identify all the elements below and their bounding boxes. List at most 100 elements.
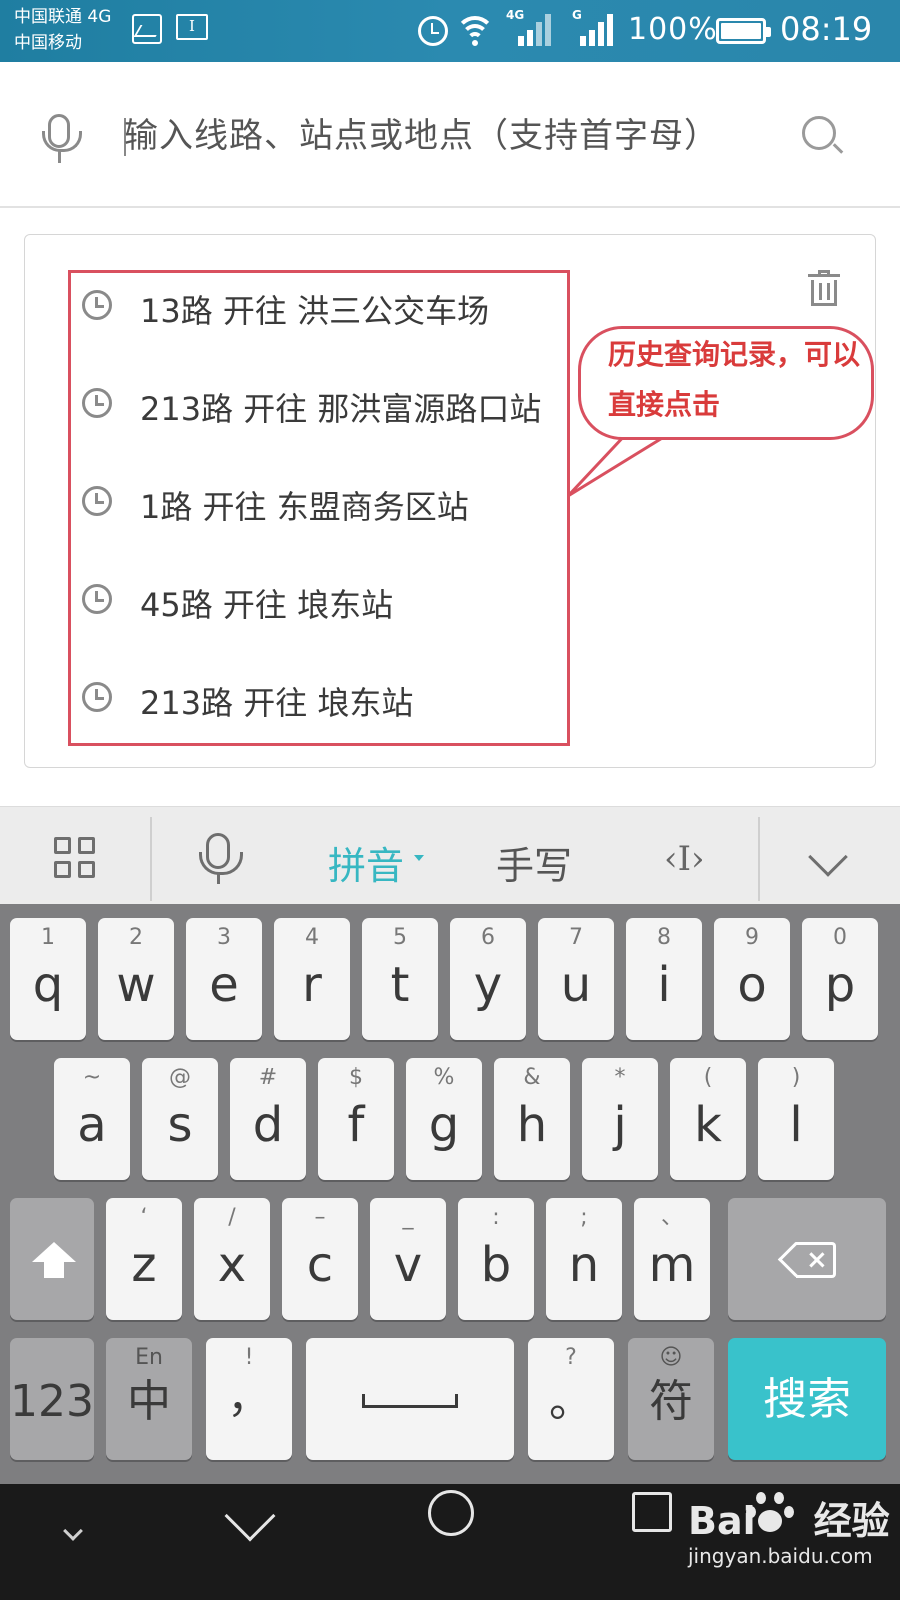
key-label: r <box>302 957 322 1013</box>
key-label: o <box>737 957 767 1013</box>
key-hint: 7 <box>569 925 583 950</box>
key-label: l <box>789 1097 803 1153</box>
text-notification-icon: I <box>176 14 208 40</box>
key-u[interactable]: 7u <box>538 918 614 1040</box>
key-hint: ‘ <box>140 1205 148 1230</box>
language-key[interactable]: En 中 <box>106 1338 192 1460</box>
key-v[interactable]: _ v <box>370 1198 446 1320</box>
voice-input-icon[interactable] <box>199 833 243 884</box>
annotation-callout-tail <box>568 430 678 498</box>
key-label: i <box>657 957 671 1013</box>
key-label: y <box>473 957 503 1013</box>
shift-key[interactable] <box>10 1198 94 1320</box>
key-j[interactable]: * j <box>582 1058 658 1180</box>
key-hint: ? <box>565 1345 577 1370</box>
key-y[interactable]: 6y <box>450 918 526 1040</box>
search-icon[interactable] <box>802 116 836 150</box>
search-key[interactable]: 搜索 <box>728 1338 886 1460</box>
key-label: ， <box>227 1372 271 1423</box>
space-icon <box>362 1394 458 1408</box>
key-hint: _ <box>402 1205 414 1230</box>
trash-icon[interactable] <box>808 270 840 306</box>
back-icon[interactable] <box>224 1490 276 1542</box>
cursor-move-icon[interactable]: ‹I› <box>664 839 705 879</box>
status-bar: 中国联通 4G 中国移动 I 4G G 100% 08:19 <box>0 0 900 62</box>
carrier-1: 中国联通 4G <box>14 7 112 27</box>
home-icon[interactable] <box>428 1490 474 1536</box>
hide-keyboard-icon[interactable] <box>63 1521 83 1541</box>
key-h[interactable]: & h <box>494 1058 570 1180</box>
wifi-icon <box>452 12 498 48</box>
key-x[interactable]: / x <box>194 1198 270 1320</box>
key-hint: ) <box>791 1065 801 1090</box>
recent-apps-icon[interactable] <box>632 1492 672 1532</box>
key-w[interactable]: 2w <box>98 918 174 1040</box>
key-label: e <box>209 957 239 1013</box>
grid-menu-icon[interactable] <box>54 837 96 879</box>
key-o[interactable]: 9o <box>714 918 790 1040</box>
key-label: a <box>77 1097 107 1153</box>
key-label: m <box>648 1237 696 1293</box>
key-k[interactable]: (k <box>670 1058 746 1180</box>
key-hint: : <box>492 1205 500 1230</box>
key-label: x <box>217 1237 247 1293</box>
mic-icon[interactable] <box>42 114 82 163</box>
key-label: 中 <box>127 1376 171 1427</box>
signal-g-label: G <box>572 8 582 22</box>
key-b[interactable]: :b <box>458 1198 534 1320</box>
key-label: q <box>32 957 64 1013</box>
keyboard: 1q 2w 3e 4r 5t 6y 7u 8i 9o 0p ~ a @ s # d $… <box>0 904 900 1484</box>
key-r[interactable]: 4r <box>274 918 350 1040</box>
handwrite-mode-tab[interactable]: 手写 <box>496 835 572 890</box>
key-hint: 8 <box>657 925 671 950</box>
key-a[interactable]: ~ a <box>54 1058 130 1180</box>
key-i[interactable]: 8i <box>626 918 702 1040</box>
key-s[interactable]: @ s <box>142 1058 218 1180</box>
key-label: k <box>694 1097 722 1153</box>
pinyin-mode-tab[interactable]: 拼音 <box>328 835 404 890</box>
key-hint: 9 <box>745 925 759 950</box>
key-label: n <box>568 1237 600 1293</box>
space-key[interactable] <box>306 1338 514 1460</box>
key-m[interactable]: 、 m <box>634 1198 710 1320</box>
key-t[interactable]: 5t <box>362 918 438 1040</box>
key-label: t <box>390 957 410 1013</box>
watermark-url: jingyan.baidu.com <box>688 1544 873 1568</box>
numbers-key[interactable]: 123 <box>10 1338 94 1460</box>
battery-icon <box>716 18 771 44</box>
key-hint: / <box>228 1205 236 1230</box>
key-g[interactable]: % g <box>406 1058 482 1180</box>
key-q[interactable]: 1q <box>10 918 86 1040</box>
smiley-icon: ☺ <box>659 1345 683 1370</box>
key-l[interactable]: ) l <box>758 1058 834 1180</box>
key-c[interactable]: – c <box>282 1198 358 1320</box>
search-input[interactable]: 输入线路、站点或地点（支持首字母） <box>124 108 719 157</box>
key-label: z <box>131 1237 157 1293</box>
alarm-icon <box>418 16 448 46</box>
backspace-key[interactable]: × <box>728 1198 886 1320</box>
key-hint: 1 <box>41 925 55 950</box>
key-label: f <box>347 1097 365 1153</box>
key-hint: & <box>523 1065 541 1090</box>
pinyin-dropdown-caret-icon <box>414 855 424 861</box>
key-hint: ~ <box>82 1065 102 1090</box>
key-hint: 3 <box>217 925 231 950</box>
key-n[interactable]: ; n <box>546 1198 622 1320</box>
key-hint: 、 <box>660 1205 683 1230</box>
key-p[interactable]: 0p <box>802 918 878 1040</box>
key-hint: – <box>314 1205 326 1230</box>
comma-key[interactable]: !， <box>206 1338 292 1460</box>
symbol-key[interactable]: ☺ 符 <box>628 1338 714 1460</box>
period-key[interactable]: ?。 <box>528 1338 614 1460</box>
key-z[interactable]: ‘z <box>106 1198 182 1320</box>
key-f[interactable]: $ f <box>318 1058 394 1180</box>
key-hint: ! <box>244 1345 254 1370</box>
key-hint: ; <box>580 1205 588 1230</box>
key-hint: # <box>258 1065 278 1090</box>
key-label: h <box>516 1097 548 1153</box>
collapse-keyboard-icon[interactable] <box>808 837 848 877</box>
key-e[interactable]: 3e <box>186 918 262 1040</box>
key-label: 符 <box>649 1376 693 1427</box>
key-label: g <box>428 1097 460 1153</box>
key-d[interactable]: # d <box>230 1058 306 1180</box>
